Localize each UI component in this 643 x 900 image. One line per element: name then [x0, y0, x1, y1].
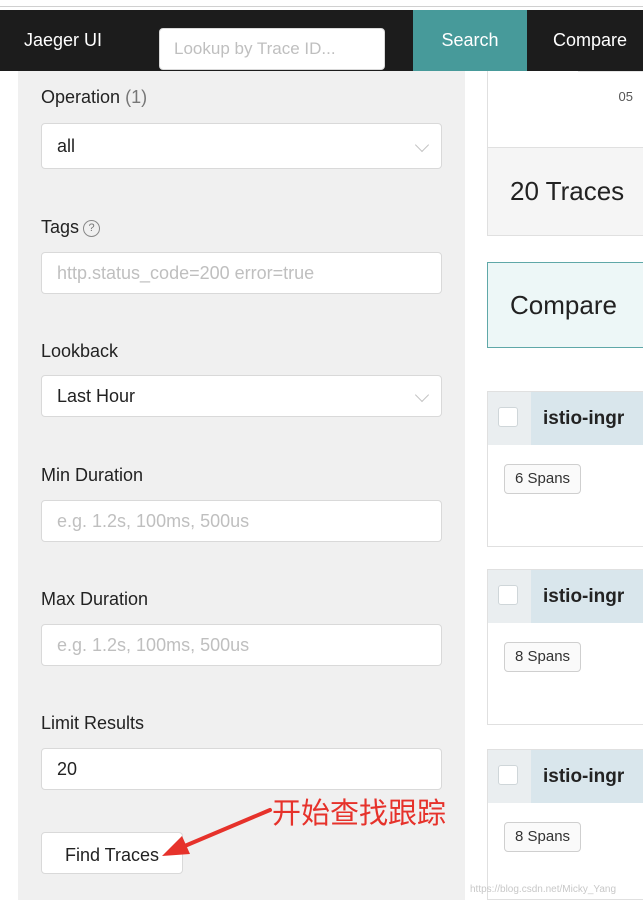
annotation-text: 开始查找跟踪 — [272, 798, 447, 830]
max-duration-input[interactable] — [41, 624, 442, 666]
span-count-badge: 8 Spans — [504, 822, 582, 852]
limit-results-input[interactable]: 20 — [41, 748, 442, 790]
max-duration-label: Max Duration — [41, 589, 149, 609]
compare-panel[interactable]: Compare — [487, 262, 643, 348]
results-count-title: 20 Traces — [510, 176, 625, 206]
chevron-down-icon — [414, 387, 430, 403]
timeline-timestamp: 05 — [618, 89, 633, 104]
min-duration-input[interactable] — [41, 500, 442, 542]
span-count-badge: 6 Spans — [504, 464, 582, 494]
trace-checkbox[interactable] — [488, 392, 531, 445]
operation-select[interactable]: all — [41, 123, 442, 169]
annotation-arrow-icon — [162, 808, 272, 856]
trace-item[interactable]: istio-ingr 8 Spans — [487, 749, 643, 900]
timeline-panel: 05 — [487, 71, 643, 148]
lookback-label: Lookback — [41, 341, 119, 361]
trace-name[interactable]: istio-ingr — [543, 750, 624, 803]
limit-results-label: Limit Results — [41, 713, 145, 733]
trace-checkbox[interactable] — [488, 570, 531, 623]
tags-label: Tags? — [41, 217, 101, 238]
top-strip — [0, 0, 643, 10]
lookback-value: Last Hour — [57, 386, 136, 406]
search-tab[interactable]: Search — [413, 10, 527, 71]
trace-name[interactable]: istio-ingr — [543, 392, 624, 445]
operation-count: (1) — [125, 87, 148, 107]
watermark: https://blog.csdn.net/Micky_Yang — [470, 884, 617, 895]
trace-checkbox[interactable] — [488, 750, 531, 803]
navbar: Jaeger UI Search Compare — [0, 10, 643, 71]
operation-label: Operation (1) — [41, 87, 148, 107]
operation-value: all — [57, 136, 76, 156]
span-count-badge: 8 Spans — [504, 642, 582, 672]
results-count-header: 20 Traces — [487, 148, 643, 236]
brand-link[interactable]: Jaeger UI — [24, 10, 102, 71]
compare-title: Compare — [510, 290, 617, 320]
lookback-select[interactable]: Last Hour — [41, 375, 442, 417]
tags-input[interactable] — [41, 252, 442, 294]
trace-item[interactable]: istio-ingr 6 Spans — [487, 391, 643, 547]
compare-tab[interactable]: Compare — [553, 10, 627, 71]
chevron-down-icon — [414, 137, 430, 153]
min-duration-label: Min Duration — [41, 465, 144, 485]
help-icon[interactable]: ? — [83, 220, 101, 237]
trace-name[interactable]: istio-ingr — [543, 570, 624, 623]
lookup-trace-input[interactable] — [159, 28, 385, 70]
trace-item[interactable]: istio-ingr 8 Spans — [487, 569, 643, 725]
